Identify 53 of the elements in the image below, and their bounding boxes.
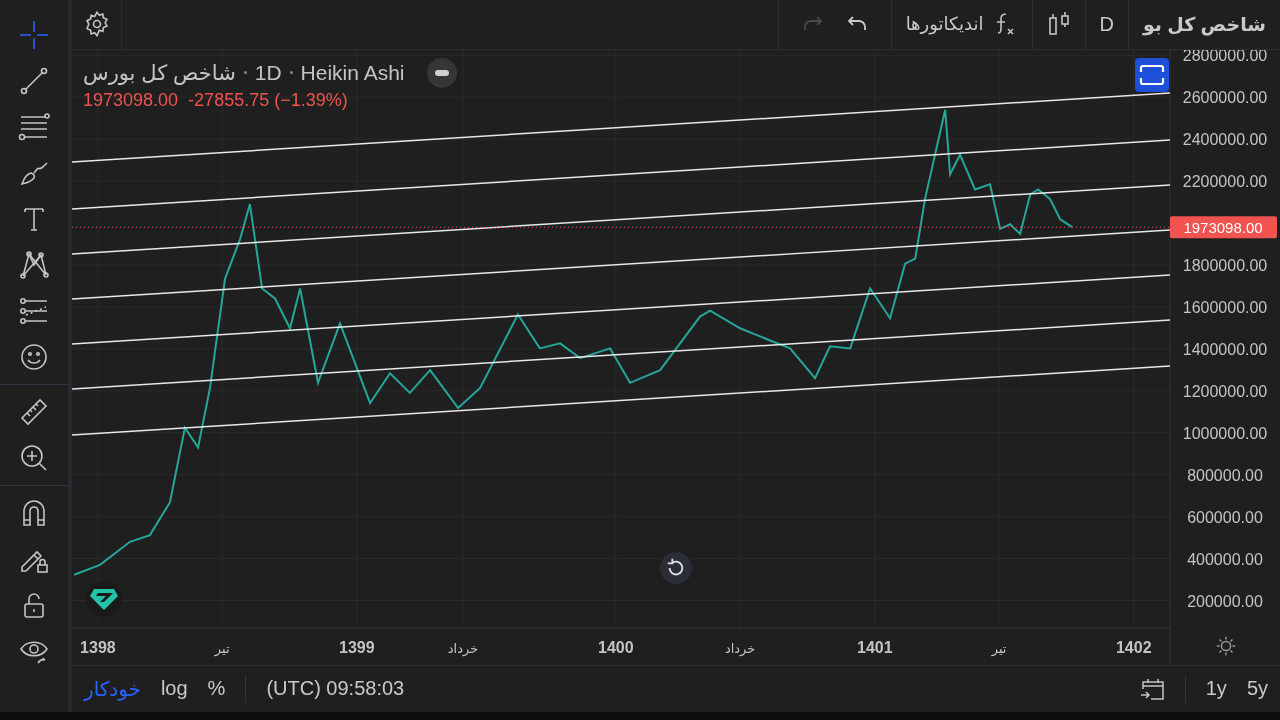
separator-dot (289, 71, 293, 75)
range-button[interactable]: 1y (1205, 677, 1227, 701)
forecast-icon (18, 295, 50, 327)
price-tag: 1973098.00 (1170, 216, 1277, 239)
axis-label: 2200000.00 (1182, 173, 1268, 191)
axis-label: 1400000.00 (1182, 340, 1268, 358)
axis-label: 2600000.00 (1182, 89, 1268, 107)
axis-label: 2800000.00 (1182, 49, 1268, 65)
last-price: 1973098.00 (83, 89, 179, 111)
minus-icon (433, 68, 450, 77)
axis-label: 1400 (598, 638, 634, 656)
trend-line-icon (18, 65, 50, 97)
axis-label: تیر (991, 640, 1007, 656)
axis-label: 1398 (80, 638, 116, 656)
interval-text: 1D (254, 60, 282, 85)
sun-icon (1214, 635, 1237, 658)
fullscreen-button[interactable] (1135, 57, 1169, 92)
scale-mode-button[interactable]: % (207, 677, 226, 701)
crosshair-icon (18, 19, 50, 51)
indicators-button[interactable]: اندیکاتورها (890, 0, 1032, 49)
axis-label: 1399 (339, 638, 375, 656)
clock-text: (UTC) 09:58:03 (266, 677, 405, 701)
range-button[interactable]: 5y (1246, 677, 1268, 701)
chart-type-text: Heikin Ashi (300, 60, 405, 85)
reset-button[interactable] (660, 551, 692, 584)
axis-label: 1800000.00 (1182, 256, 1268, 274)
smiley-icon (18, 341, 50, 373)
pattern-icon (18, 249, 50, 281)
axis-label: خرداد (447, 640, 479, 656)
collapse-button[interactable] (426, 57, 457, 88)
axis-label: 1600000.00 (1182, 298, 1268, 316)
ruler-icon (18, 396, 50, 428)
axis-label: 400000.00 (1187, 550, 1263, 568)
axis-label: تیر (214, 640, 230, 656)
separator-dot (243, 71, 247, 75)
scale-mode-button[interactable]: log (160, 677, 188, 701)
symbol-button[interactable]: شاخص کل بو (1127, 0, 1280, 49)
calendar-icon (1138, 677, 1165, 701)
price-change: -27855.75 (−1.39%) (188, 89, 348, 111)
axis-label: 1000000.00 (1182, 424, 1268, 442)
logo-icon (86, 580, 122, 617)
fullscreen-icon (1139, 63, 1165, 86)
axis-label: 1200000.00 (1182, 382, 1268, 400)
axis-label: خرداد (724, 640, 756, 656)
axis-label: 1401 (857, 638, 893, 656)
axis-label: 2400000.00 (1182, 131, 1268, 149)
axis-label: 600000.00 (1187, 508, 1263, 526)
axis-label: 800000.00 (1187, 466, 1263, 484)
interval-button[interactable]: D (1084, 0, 1128, 49)
fib-lines-icon (18, 111, 50, 143)
axis-label: 1402 (1115, 638, 1152, 656)
axis-label: 200000.00 (1187, 592, 1263, 610)
symbol-name: شاخص کل بورس (83, 60, 236, 85)
